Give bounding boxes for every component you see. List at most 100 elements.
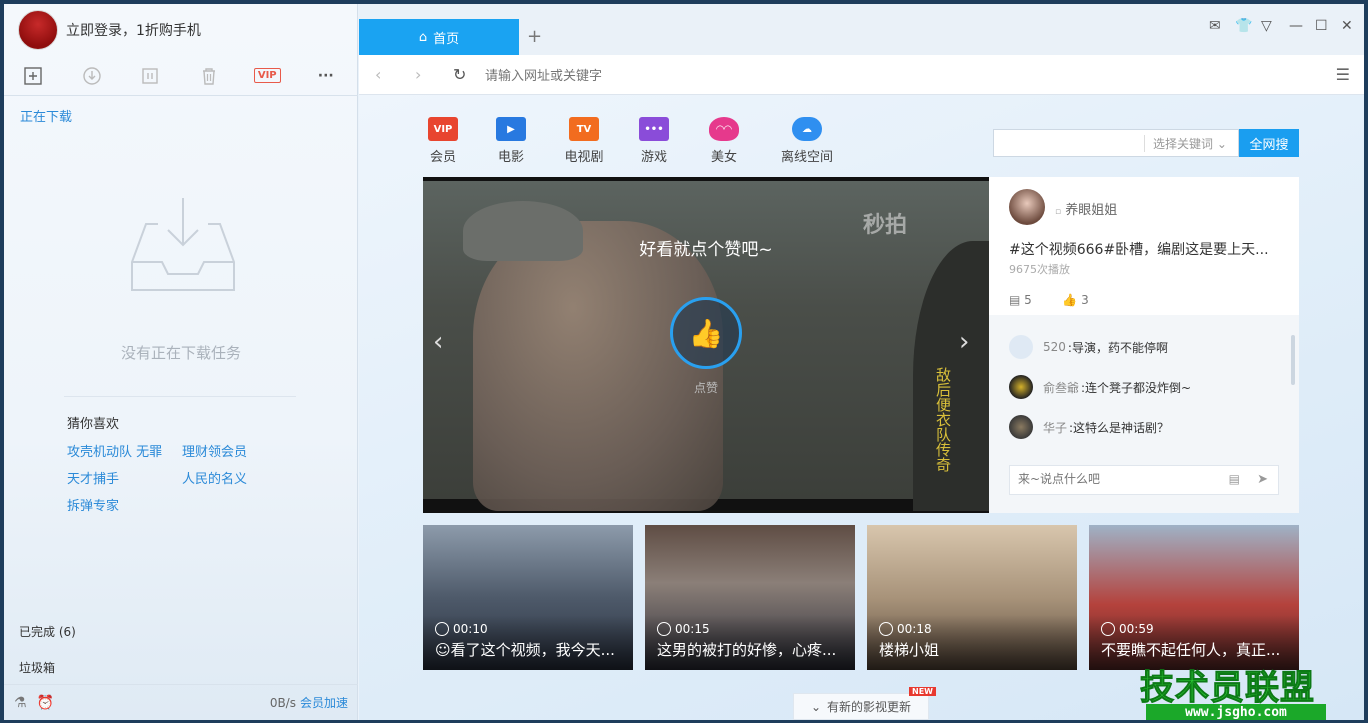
prev-arrow-icon[interactable]: ‹ [433,327,443,357]
like-button[interactable]: 👍 [670,297,742,369]
watermark-url: www.jsgho.com [1146,704,1326,720]
user-row[interactable]: 立即登录，1折购手机 [18,10,201,50]
clock-icon [657,622,671,636]
next-arrow-icon[interactable]: › [959,327,969,357]
recommend-link[interactable]: 拆弹专家 [67,495,119,514]
avatar[interactable] [1009,335,1033,359]
search-box: 选择关键词 ⌄ [993,129,1239,157]
skin-icon[interactable]: 👕 [1235,18,1252,34]
category-vip[interactable]: VIP 会员 [413,117,473,165]
refresh-icon[interactable]: ↻ [453,65,466,84]
start-button[interactable] [63,56,122,96]
author-tag-icon: ▫ [1055,207,1062,217]
category-tv[interactable]: TV 电视剧 [554,117,614,165]
speed-up-link[interactable]: 会员加速 [300,694,348,711]
update-notice-button[interactable]: ⌄ 有新的影视更新 [793,693,929,720]
comment-author[interactable]: 华子 [1043,419,1067,436]
delete-button[interactable] [180,56,239,96]
recommend-link[interactable]: 攻壳机动队 无罪 [67,441,162,460]
tab-bar: ⌂ 首页 + ✉ 👕 ▽ — ☐ ✕ [359,4,1364,55]
category-offline-space[interactable]: ☁ 离线空间 [772,117,842,165]
thumbnail-title: 楼梯小姐 [879,641,940,659]
download-toolbar: VIP ··· [4,56,358,96]
minimize-icon[interactable]: — [1289,18,1303,34]
recommend-title: 猜你喜欢 [67,417,120,432]
url-input[interactable] [485,65,1285,87]
video-thumbnail[interactable]: 00:15 这男的被打的好惨，心疼... [645,525,855,670]
video-title[interactable]: #这个视频666#卧槽，编剧这是要上天... [1009,239,1289,259]
comment-icon[interactable]: ▤ [1009,293,1020,307]
home-icon: ⌂ [418,29,428,45]
author-name[interactable]: ▫ 养眼姐姐 [1055,199,1117,218]
more-icon: ··· [317,67,334,84]
trash-category[interactable]: 垃圾箱 [19,659,55,676]
pause-button[interactable] [121,56,180,96]
avatar[interactable] [1009,375,1033,399]
duration-badge: 00:10 [435,622,488,636]
thumbs-up-icon[interactable]: 👍 [1062,293,1077,307]
recommend-link[interactable]: 人民的名义 [182,468,247,487]
dropdown-menu-icon[interactable]: ▽ [1261,18,1272,34]
app-window: 立即登录，1折购手机 VIP ··· 正在下载 没有正在下载任务 猜你喜欢 攻壳… [4,4,1364,720]
mail-icon[interactable]: ✉ [1209,18,1221,34]
duration-badge: 00:15 [657,622,710,636]
search-input[interactable] [998,133,1138,153]
forward-icon[interactable]: › [415,65,421,84]
author-avatar[interactable] [1009,189,1045,225]
flask-icon[interactable]: ⚗ [14,695,27,711]
play-count: 9675次播放 [1009,263,1070,276]
category-movie[interactable]: ▶ 电影 [481,117,541,165]
browser-pane: ⌂ 首页 + ✉ 👕 ▽ — ☐ ✕ ‹ › ↻ ☰ VIP 会员 ▶ [359,4,1364,720]
tv-icon: TV [569,117,599,141]
send-icon[interactable]: ➤ [1257,472,1268,487]
comment-author[interactable]: 520 [1043,340,1066,354]
new-task-button[interactable] [4,56,63,96]
clock-icon [1101,622,1115,636]
keyword-select-label: 选择关键词 [1153,137,1214,151]
emoji-icon[interactable]: ▤ [1229,472,1240,486]
comment-text: :导演，药不能停啊 [1067,340,1168,355]
pause-icon [142,67,158,84]
video-thumbnail[interactable]: 00:18 楼梯小姐 [867,525,1077,670]
comment-input[interactable] [1018,472,1218,486]
vip-button[interactable]: VIP [238,56,297,96]
scrollbar[interactable] [1291,335,1295,385]
category-label: 会员 [429,150,456,165]
downloading-label[interactable]: 正在下载 [20,106,72,125]
comment-item: 华子:这特么是神话剧？ [1009,415,1169,439]
video-thumbnail[interactable]: 00:10 ☺看了这个视频，我今天... [423,525,633,670]
close-icon[interactable]: ✕ [1341,18,1353,34]
home-page: VIP 会员 ▶ 电影 TV 电视剧 ••• 游戏 ◠◠ 美女 ☁ 离线空间 选… [359,95,1364,720]
category-label: 美女 [710,150,737,165]
video-player[interactable]: 秒拍 好看就点个赞吧~ 👍 点赞 ‹ › 敌后便衣队传奇 [423,177,989,513]
download-icon [83,66,101,85]
comment-item: 俞叁爺:连个凳子都没炸倒~ [1009,375,1191,399]
avatar[interactable] [1009,415,1033,439]
recommend-link[interactable]: 理财领会员 [182,441,247,460]
video-thumbnail[interactable]: 00:59 不要瞧不起任何人，真正... [1089,525,1299,670]
hamburger-menu-icon[interactable]: ☰ [1336,65,1350,84]
category-game[interactable]: ••• 游戏 [624,117,684,165]
more-button[interactable]: ··· [297,56,356,96]
vip-icon: VIP [428,117,458,141]
status-bar: ⚗ ⏰ 0B/s 会员加速 [4,684,358,720]
tab-home[interactable]: ⌂ 首页 [359,19,519,55]
category-beauty[interactable]: ◠◠ 美女 [694,117,754,165]
back-icon[interactable]: ‹ [375,65,381,84]
divider [64,396,296,397]
comment-author[interactable]: 俞叁爺 [1043,379,1079,396]
keyword-select[interactable]: 选择关键词 ⌄ [1144,135,1227,152]
maximize-icon[interactable]: ☐ [1315,18,1328,34]
search-button[interactable]: 全网搜 [1239,129,1299,157]
watermark-name: 技术员联盟 [1140,668,1315,709]
new-tab-button[interactable]: + [527,26,542,47]
recommend-link[interactable]: 天才捕手 [67,468,119,487]
alarm-icon[interactable]: ⏰ [37,695,54,711]
duration-text: 00:10 [453,622,488,636]
avatar[interactable] [18,10,58,50]
completed-category[interactable]: 已完成 (6) [19,623,76,640]
update-notice-text: 有新的影视更新 [827,700,912,714]
duration-text: 00:18 [897,622,932,636]
login-link[interactable]: 立即登录，1折购手机 [66,20,201,40]
comment-item: 520:导演，药不能停啊 [1009,335,1168,359]
